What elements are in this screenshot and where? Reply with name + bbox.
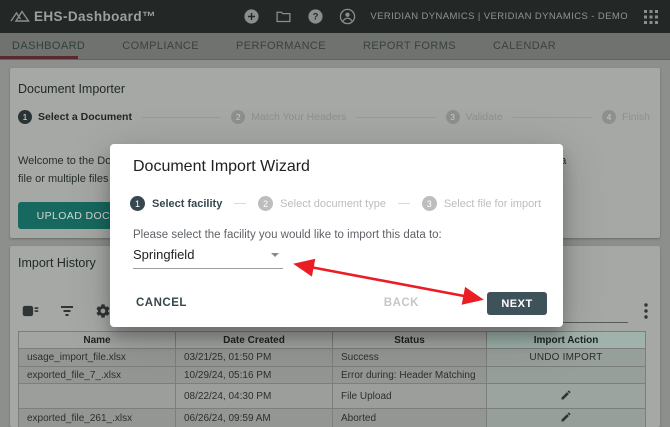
- tab-compliance[interactable]: COMPLIANCE: [110, 33, 211, 59]
- step-number: 3: [422, 196, 437, 211]
- dialog-step-2: 2 Select document type: [258, 196, 386, 211]
- tab-calendar[interactable]: CALENDAR: [481, 33, 568, 59]
- document-import-wizard-dialog: Document Import Wizard 1 Select facility…: [110, 144, 563, 327]
- importer-step-2: 2 Match Your Headers: [231, 110, 346, 124]
- cell-name: exported_file_261_.xlsx: [19, 409, 176, 427]
- import-history-title: Import History: [18, 256, 96, 270]
- app-header: EHS-Dashboard™ ? VERIDIAN DYNAMICS | VER…: [0, 0, 670, 33]
- cell-action: UNDO IMPORT: [487, 349, 646, 367]
- app-window: EHS-Dashboard™ ? VERIDIAN DYNAMICS | VER…: [0, 0, 670, 427]
- step-label: Finish: [622, 111, 650, 123]
- tab-report-forms[interactable]: REPORT FORMS: [351, 33, 468, 59]
- step-number: 2: [231, 110, 245, 124]
- history-search-field: [560, 304, 628, 323]
- cell-name: exported_file_7_.xlsx: [19, 367, 176, 384]
- table-row: usage_import_file.xlsx 03/21/25, 01:50 P…: [19, 349, 646, 367]
- settings-gear-icon[interactable]: [94, 302, 111, 319]
- cell-date: 03/21/25, 01:50 PM: [176, 349, 333, 367]
- cell-status: Error during: Header Matching: [333, 367, 487, 384]
- apps-grid-icon[interactable]: [642, 8, 660, 26]
- step-label: Validate: [466, 111, 503, 123]
- cell-status: File Upload: [333, 384, 487, 409]
- cell-action: [487, 409, 646, 427]
- step-number: 2: [258, 196, 273, 211]
- step-label: Select document type: [280, 198, 386, 210]
- header-actions: ? VERIDIAN DYNAMICS | VERIDIAN DYNAMICS …: [242, 8, 660, 26]
- cell-date: 10/29/24, 05:16 PM: [176, 367, 333, 384]
- importer-stepper: 1 Select a Document 2 Match Your Headers…: [18, 108, 650, 126]
- importer-step-3: 3 Validate: [446, 110, 503, 124]
- display-columns-icon[interactable]: [22, 302, 39, 319]
- help-icon[interactable]: ?: [306, 8, 324, 26]
- step-connector: [513, 117, 592, 118]
- cell-action: [487, 367, 646, 384]
- step-number: 1: [130, 196, 145, 211]
- step-label: Select file for import: [444, 198, 541, 210]
- folder-icon[interactable]: [274, 8, 292, 26]
- facility-prompt: Please select the facility you would lik…: [133, 229, 442, 241]
- dialog-title: Document Import Wizard: [133, 158, 310, 176]
- cell-status: Success: [333, 349, 487, 367]
- undo-import-button[interactable]: UNDO IMPORT: [529, 352, 602, 363]
- cell-status: Aborted: [333, 409, 487, 427]
- cell-name: [19, 384, 176, 409]
- col-header-status[interactable]: Status: [333, 332, 487, 349]
- cancel-button[interactable]: CANCEL: [136, 297, 187, 309]
- step-label: Select a Document: [38, 111, 132, 123]
- next-button[interactable]: NEXT: [487, 292, 547, 315]
- facility-select-value: Springfield: [133, 247, 283, 268]
- step-label: Match Your Headers: [251, 111, 346, 123]
- cell-action: [487, 384, 646, 409]
- step-connector: [234, 203, 246, 204]
- chevron-down-icon: [271, 253, 279, 257]
- mountain-logo-icon: [10, 8, 30, 26]
- account-context-label: VERIDIAN DYNAMICS | VERIDIAN DYNAMICS - …: [370, 11, 628, 22]
- importer-step-1: 1 Select a Document: [18, 110, 132, 124]
- step-number: 1: [18, 110, 32, 124]
- logo-text: EHS-Dashboard™: [34, 9, 156, 24]
- table-row: exported_file_7_.xlsx 10/29/24, 05:16 PM…: [19, 367, 646, 384]
- dialog-step-1: 1 Select facility: [130, 196, 222, 211]
- tab-performance[interactable]: PERFORMANCE: [224, 33, 338, 59]
- edit-icon[interactable]: [560, 393, 572, 404]
- step-connector: [356, 117, 435, 118]
- facility-select[interactable]: Springfield: [133, 247, 283, 269]
- history-search-input[interactable]: [560, 307, 628, 323]
- col-header-date-created[interactable]: Date Created: [176, 332, 333, 349]
- cell-date: 06/26/24, 09:59 AM: [176, 409, 333, 427]
- active-tab-underline: [0, 56, 78, 59]
- kebab-menu-icon[interactable]: [639, 302, 653, 319]
- dialog-step-3: 3 Select file for import: [422, 196, 541, 211]
- table-header-row: Name Date Created Status Import Action: [19, 332, 646, 349]
- importer-step-4: 4 Finish: [602, 110, 650, 124]
- col-header-import-action[interactable]: Import Action: [487, 332, 646, 349]
- cell-date: 08/22/24, 04:30 PM: [176, 384, 333, 409]
- step-number: 4: [602, 110, 616, 124]
- app-logo: EHS-Dashboard™: [10, 8, 156, 26]
- edit-icon[interactable]: [560, 415, 572, 426]
- step-connector: [142, 117, 221, 118]
- main-nav: DASHBOARD COMPLIANCE PERFORMANCE REPORT …: [0, 33, 670, 60]
- back-button[interactable]: BACK: [384, 297, 419, 309]
- step-number: 3: [446, 110, 460, 124]
- col-header-name[interactable]: Name: [19, 332, 176, 349]
- importer-title: Document Importer: [18, 82, 125, 96]
- step-label: Select facility: [152, 198, 222, 210]
- svg-text:?: ?: [313, 12, 319, 22]
- select-underline: [133, 268, 283, 269]
- add-icon[interactable]: [242, 8, 260, 26]
- cell-name: usage_import_file.xlsx: [19, 349, 176, 367]
- table-row: 08/22/24, 04:30 PM File Upload: [19, 384, 646, 409]
- table-row: exported_file_261_.xlsx 06/26/24, 09:59 …: [19, 409, 646, 427]
- filter-icon[interactable]: [58, 302, 75, 319]
- account-icon[interactable]: [338, 8, 356, 26]
- import-history-table: Name Date Created Status Import Action u…: [18, 331, 646, 427]
- step-connector: [398, 203, 410, 204]
- dialog-footer: CANCEL BACK NEXT: [110, 292, 563, 316]
- dialog-stepper: 1 Select facility 2 Select document type…: [130, 195, 541, 212]
